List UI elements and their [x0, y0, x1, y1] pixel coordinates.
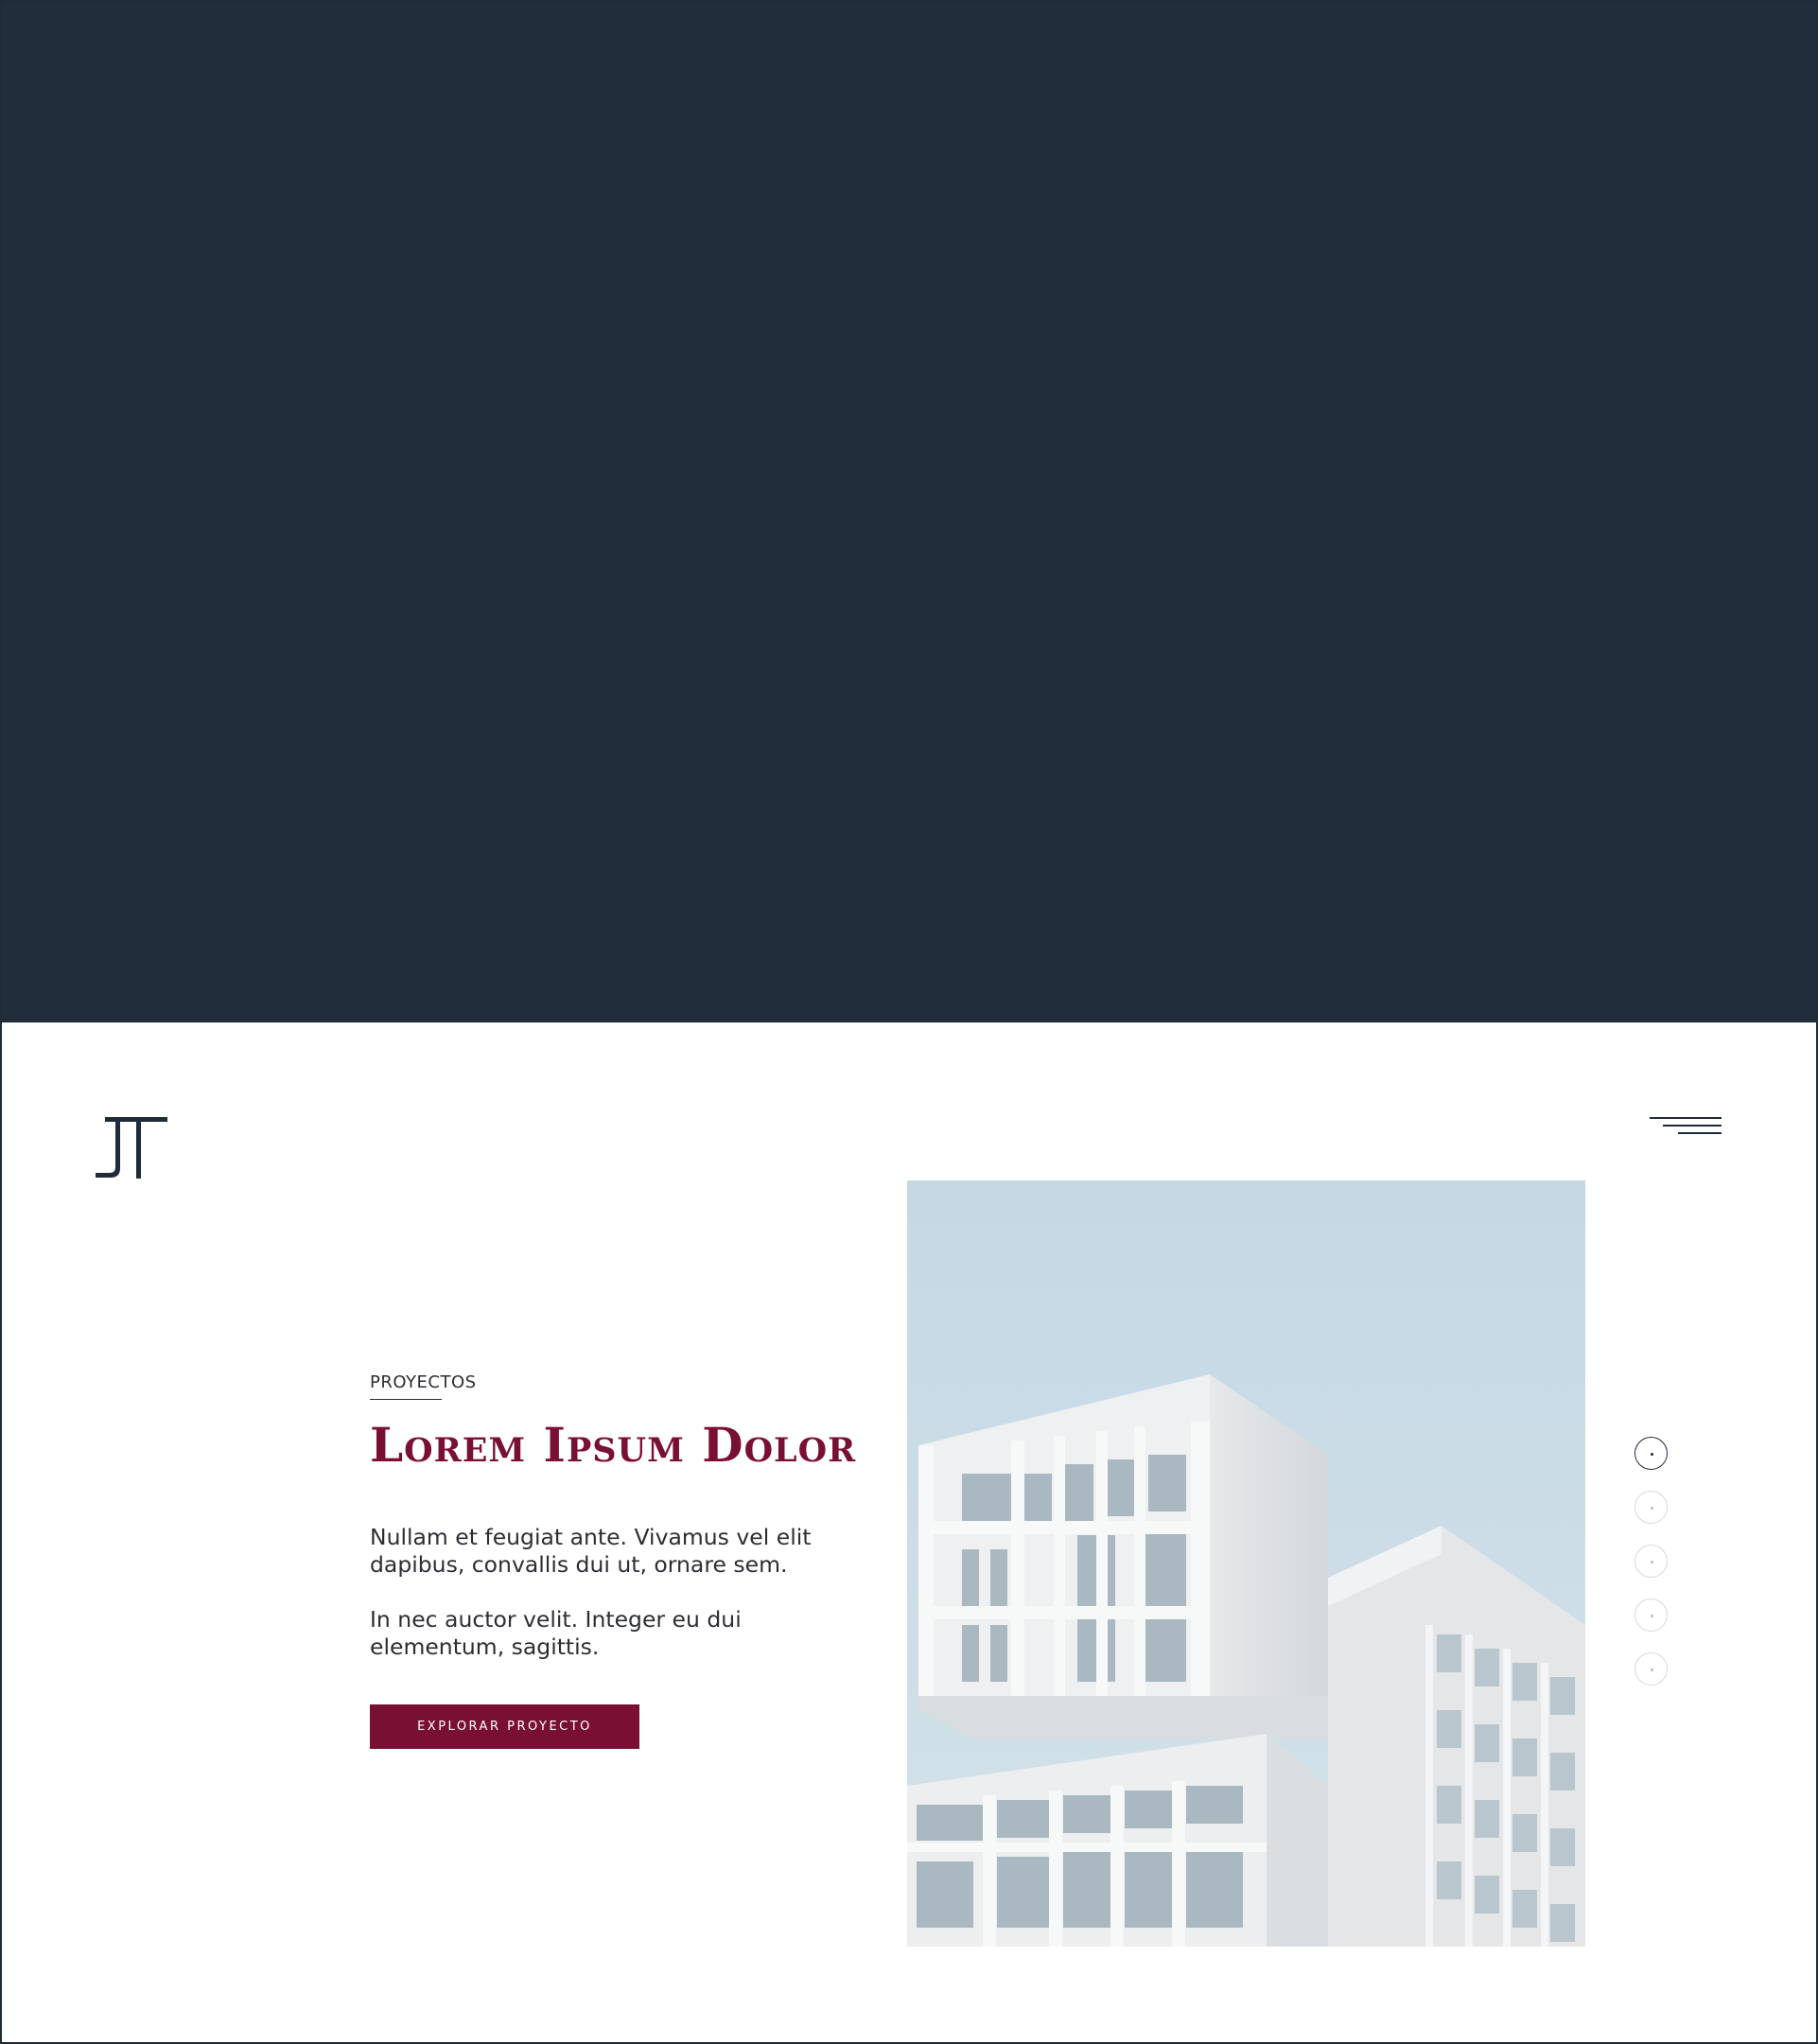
page-frame [0, 0, 1818, 2044]
